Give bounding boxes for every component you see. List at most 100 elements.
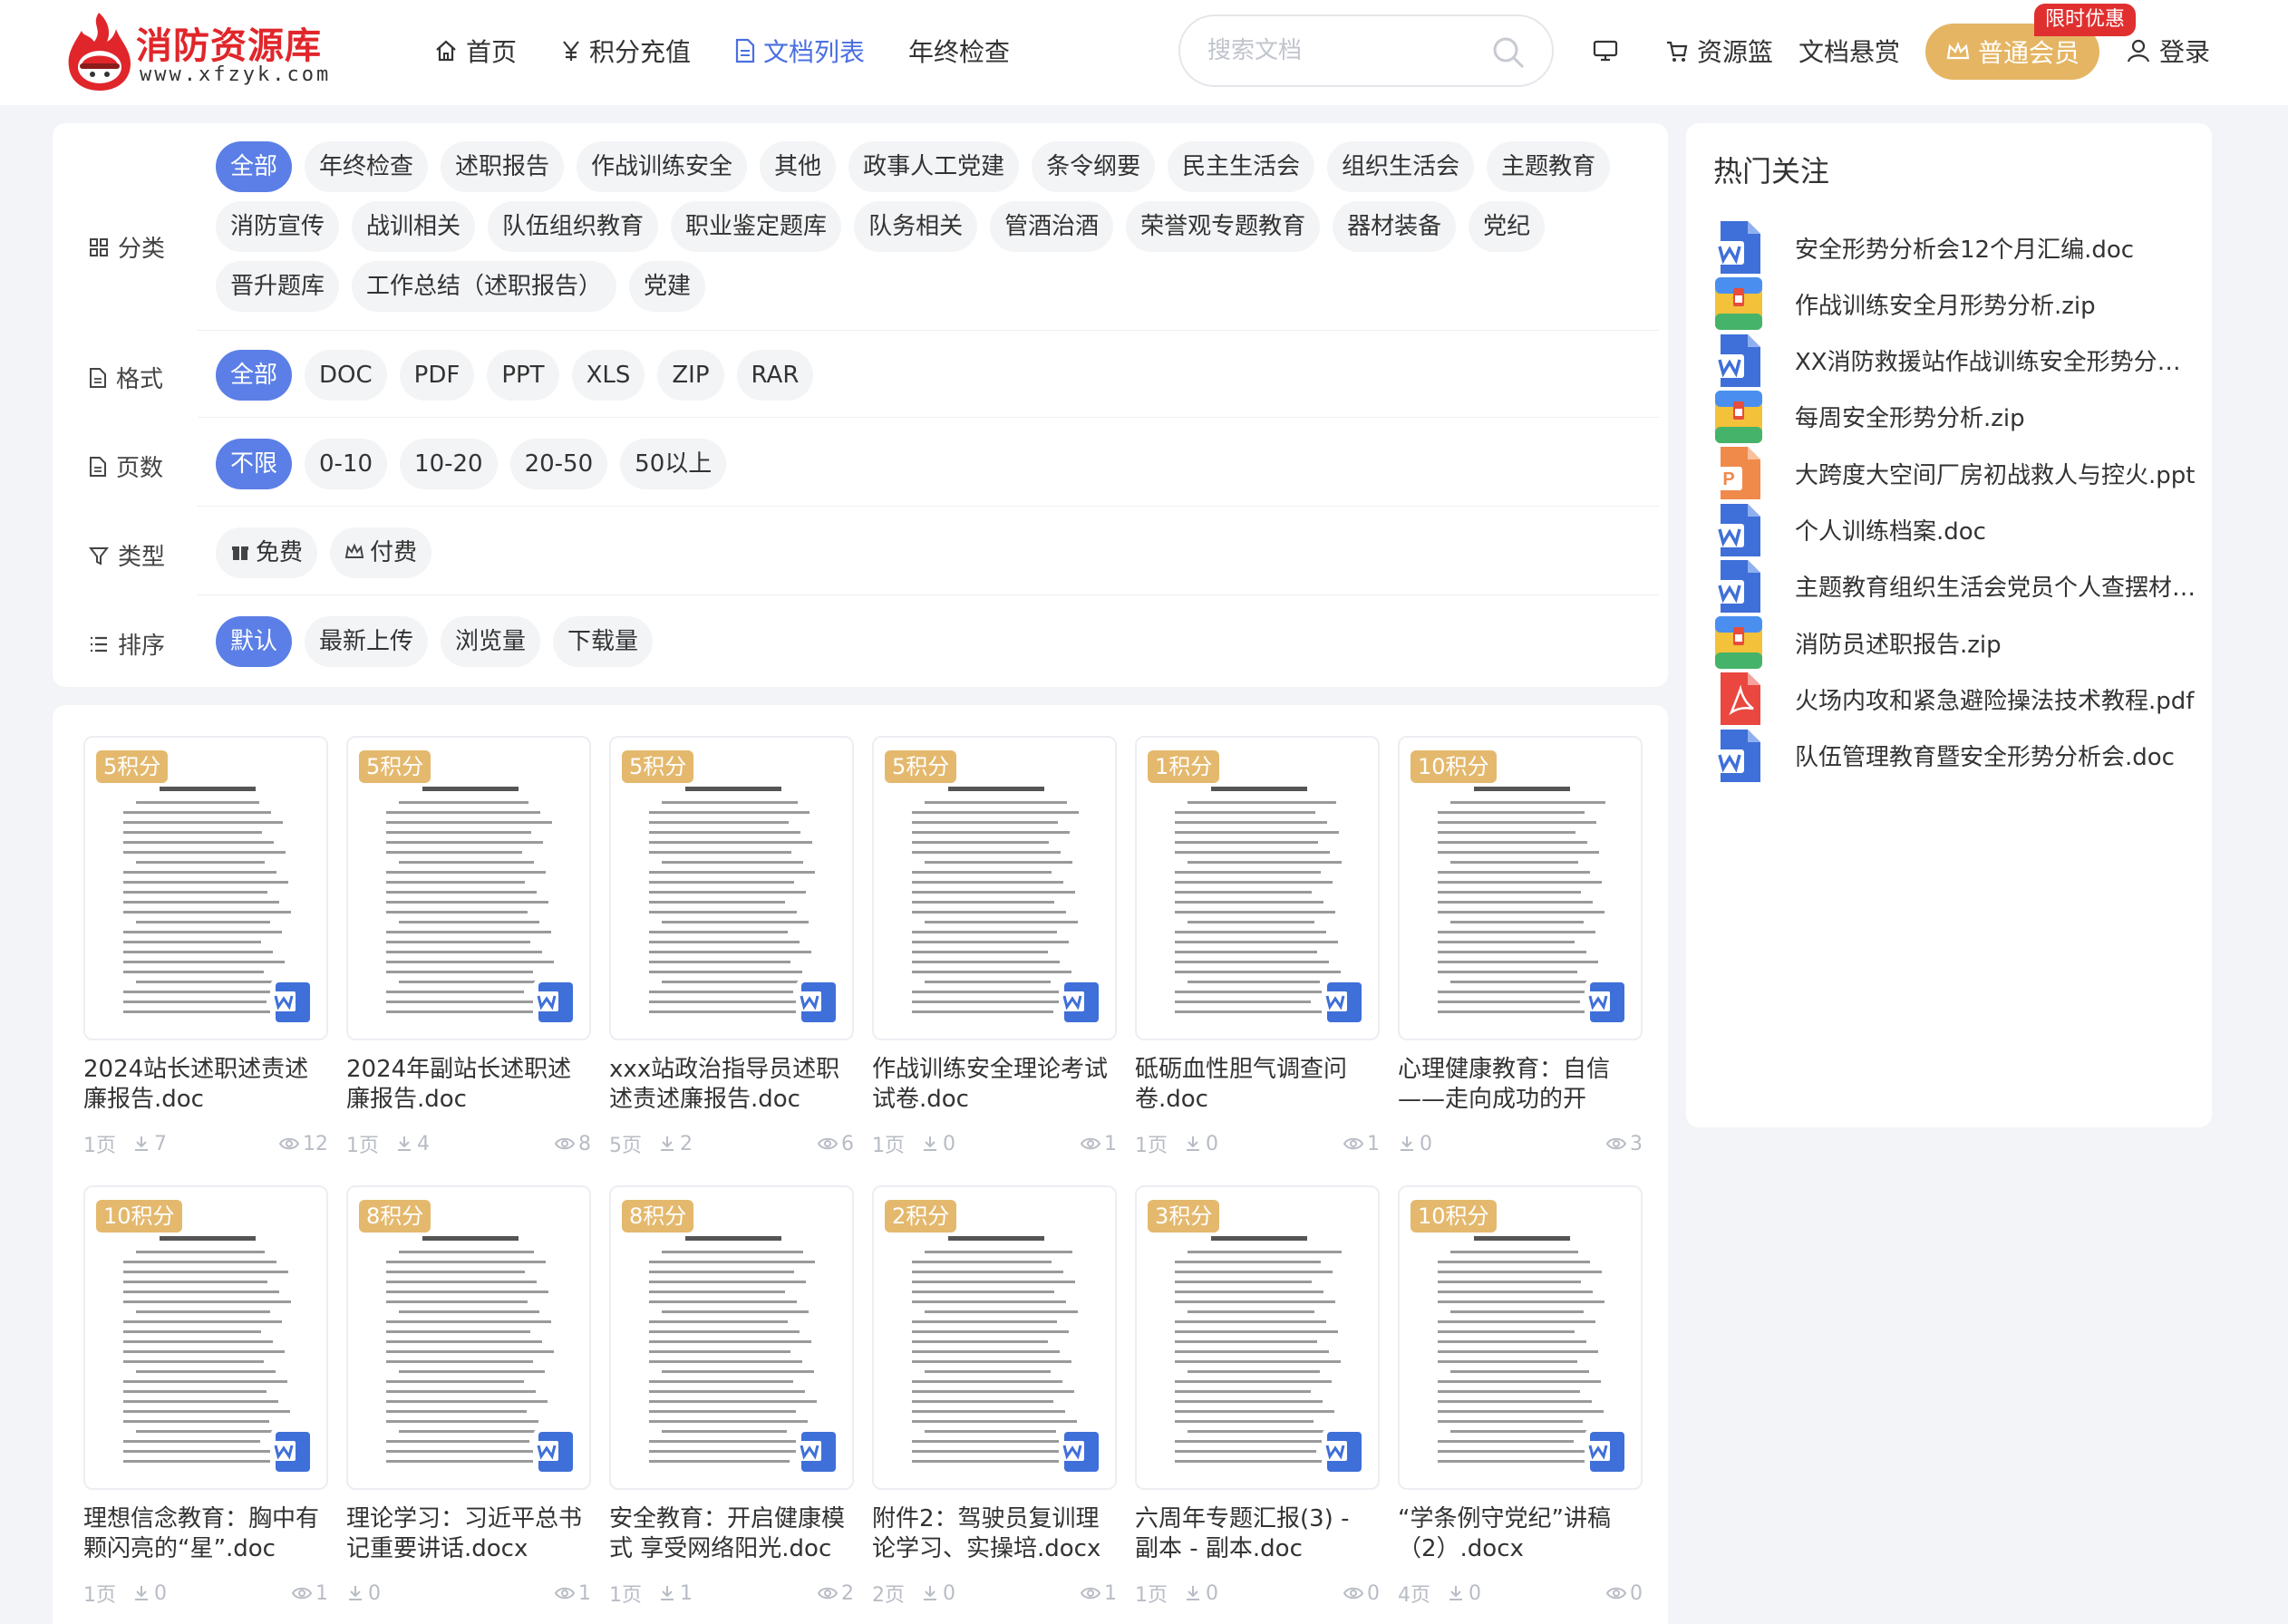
pages-chip[interactable]: 20-50 bbox=[509, 439, 608, 489]
document-title[interactable]: 六周年专题汇报(3) - 副本 - 副本.doc bbox=[1135, 1504, 1380, 1564]
category-chip[interactable]: 主题教育 bbox=[1487, 141, 1611, 192]
format-chip[interactable]: ZIP bbox=[657, 350, 724, 401]
document-title[interactable]: 2024年副站长述职述廉报告.doc bbox=[346, 1055, 591, 1115]
category-chip[interactable]: 组织生活会 bbox=[1327, 141, 1475, 192]
document-card[interactable]: 10积分 理想信念教育：胸中有颗闪亮的“星”.doc 1页 0 1 bbox=[83, 1185, 328, 1624]
document-title[interactable]: xxx站政治指导员述职述责述廉报告.doc bbox=[609, 1055, 854, 1115]
pages-chip[interactable]: 不限 bbox=[216, 439, 293, 489]
hot-item[interactable]: 主题教育组织生活会党员个人查摆材料.doc bbox=[1713, 556, 2203, 616]
document-title[interactable]: 安全教育：开启健康模式 享受网络阳光.doc bbox=[609, 1504, 854, 1564]
nav-recharge[interactable]: 积分充值 bbox=[560, 33, 691, 69]
document-card[interactable]: 8积分 安全教育：开启健康模式 享受网络阳光.doc 1页 1 2 bbox=[609, 1185, 854, 1624]
category-chip[interactable]: 党建 bbox=[629, 261, 706, 312]
format-chip[interactable]: 全部 bbox=[216, 350, 293, 401]
category-chip[interactable]: 条令纲要 bbox=[1032, 141, 1156, 192]
hot-item[interactable]: 作战训练安全月形势分析.zip bbox=[1713, 274, 2203, 334]
category-chip[interactable]: 战训相关 bbox=[352, 201, 476, 252]
category-chip[interactable]: 器材装备 bbox=[1333, 201, 1457, 252]
document-card[interactable]: 8积分 理论学习：习近平总书记重要讲话.docx 0 1 bbox=[346, 1185, 591, 1624]
type-chip-free[interactable]: 免费 bbox=[216, 527, 318, 578]
category-chip[interactable]: 年终检查 bbox=[305, 141, 429, 192]
search-icon[interactable] bbox=[1490, 34, 1527, 71]
category-chip[interactable]: 管酒治酒 bbox=[990, 201, 1114, 252]
document-title[interactable]: 心理健康教育：自信——走向成功的开 bbox=[1398, 1055, 1643, 1115]
document-thumbnail[interactable]: 5积分 bbox=[609, 736, 854, 1040]
category-chip[interactable]: 其他 bbox=[760, 141, 837, 192]
document-thumbnail[interactable]: 5积分 bbox=[346, 736, 591, 1040]
category-chip[interactable]: 晋升题库 bbox=[216, 261, 340, 312]
document-thumbnail[interactable]: 10积分 bbox=[1398, 1185, 1643, 1490]
category-chip[interactable]: 党纪 bbox=[1469, 201, 1546, 252]
document-card[interactable]: 1积分 砥砺血性胆气调查问卷.doc 1页 0 1 bbox=[1135, 736, 1380, 1180]
doc-reward-link[interactable]: 文档悬赏 bbox=[1798, 31, 1900, 71]
document-thumbnail[interactable]: 2积分 bbox=[872, 1185, 1117, 1490]
hot-item[interactable]: 个人训练档案.doc bbox=[1713, 500, 2203, 560]
hot-item[interactable]: 队伍管理教育暨安全形势分析会.doc bbox=[1713, 726, 2203, 786]
sort-chip[interactable]: 最新上传 bbox=[305, 616, 429, 667]
category-chip[interactable]: 全部 bbox=[216, 141, 293, 192]
document-title[interactable]: 2024站长述职述责述廉报告.doc bbox=[83, 1055, 328, 1115]
hot-item[interactable]: 火场内攻和紧急避险操法技术教程.pdf bbox=[1713, 669, 2203, 729]
category-chip[interactable]: 职业鉴定题库 bbox=[671, 201, 842, 252]
hot-item[interactable]: XX消防救援站作战训练安全形势分析会.doc bbox=[1713, 331, 2203, 391]
category-chip[interactable]: 述职报告 bbox=[441, 141, 565, 192]
document-title[interactable]: 附件2：驾驶员复训理论学习、实操培.docx bbox=[872, 1504, 1117, 1564]
document-thumbnail[interactable]: 5积分 bbox=[83, 736, 328, 1040]
category-chip[interactable]: 队伍组织教育 bbox=[488, 201, 659, 252]
document-title[interactable]: 理想信念教育：胸中有颗闪亮的“星”.doc bbox=[83, 1504, 328, 1564]
document-thumbnail[interactable]: 3积分 bbox=[1135, 1185, 1380, 1490]
nav-annual-check[interactable]: 年终检查 bbox=[908, 33, 1010, 69]
hot-item[interactable]: 每周安全形势分析.zip bbox=[1713, 387, 2203, 447]
pages-chip[interactable]: 50以上 bbox=[620, 439, 727, 489]
resource-basket-link[interactable]: 资源篮 bbox=[1664, 31, 1773, 71]
category-chip[interactable]: 队务相关 bbox=[854, 201, 978, 252]
document-title[interactable]: “学条例守党纪”讲稿（2）.docx bbox=[1398, 1504, 1643, 1564]
document-card[interactable]: 3积分 六周年专题汇报(3) - 副本 - 副本.doc 1页 0 0 bbox=[1135, 1185, 1380, 1624]
word-file-icon bbox=[796, 979, 839, 1026]
format-chip[interactable]: XLS bbox=[571, 350, 645, 401]
document-title[interactable]: 砥砺血性胆气调查问卷.doc bbox=[1135, 1055, 1380, 1115]
word-file-icon bbox=[1715, 729, 1760, 782]
document-title[interactable]: 作战训练安全理论考试试卷.doc bbox=[872, 1055, 1117, 1115]
document-card[interactable]: 5积分 作战训练安全理论考试试卷.doc 1页 0 1 bbox=[872, 736, 1117, 1180]
document-card[interactable]: 10积分 心理健康教育：自信——走向成功的开 0 3 bbox=[1398, 736, 1643, 1180]
document-card[interactable]: 5积分 xxx站政治指导员述职述责述廉报告.doc 5页 2 6 bbox=[609, 736, 854, 1180]
format-chip[interactable]: PDF bbox=[399, 350, 475, 401]
desktop-client-button[interactable] bbox=[1592, 31, 1619, 71]
document-title[interactable]: 理论学习：习近平总书记重要讲话.docx bbox=[346, 1504, 591, 1564]
download-count: 1 bbox=[658, 1582, 693, 1605]
document-card[interactable]: 2积分 附件2：驾驶员复训理论学习、实操培.docx 2页 0 1 bbox=[872, 1185, 1117, 1624]
category-chip[interactable]: 民主生活会 bbox=[1168, 141, 1315, 192]
sort-chip[interactable]: 下载量 bbox=[553, 616, 654, 667]
type-chip-paid[interactable]: 付费 bbox=[330, 527, 432, 578]
nav-home[interactable]: 首页 bbox=[433, 33, 517, 69]
category-chip[interactable]: 作战训练安全 bbox=[577, 141, 748, 192]
hot-item[interactable]: 安全形势分析会12个月汇编.doc bbox=[1713, 218, 2203, 277]
hot-item[interactable]: 消防员述职报告.zip bbox=[1713, 613, 2203, 672]
document-thumbnail[interactable]: 1积分 bbox=[1135, 736, 1380, 1040]
category-chip[interactable]: 工作总结（述职报告） bbox=[352, 261, 617, 312]
document-thumbnail[interactable]: 8积分 bbox=[346, 1185, 591, 1490]
category-chip[interactable]: 消防宣传 bbox=[216, 201, 340, 252]
document-card[interactable]: 5积分 2024年副站长述职述廉报告.doc 1页 4 8 bbox=[346, 736, 591, 1180]
document-card[interactable]: 5积分 2024站长述职述责述廉报告.doc 1页 7 12 bbox=[83, 736, 328, 1180]
format-chip[interactable]: PPT bbox=[487, 350, 559, 401]
document-thumbnail[interactable]: 5积分 bbox=[872, 736, 1117, 1040]
format-chip[interactable]: DOC bbox=[305, 350, 387, 401]
document-card[interactable]: 10积分 “学条例守党纪”讲稿（2）.docx 4页 0 0 bbox=[1398, 1185, 1643, 1624]
document-thumbnail[interactable]: 8积分 bbox=[609, 1185, 854, 1490]
document-thumbnail[interactable]: 10积分 bbox=[1398, 736, 1643, 1040]
site-logo[interactable]: 消防资源库 www.xfzyk.com bbox=[63, 9, 335, 96]
document-thumbnail[interactable]: 10积分 bbox=[83, 1185, 328, 1490]
sort-chip[interactable]: 浏览量 bbox=[441, 616, 541, 667]
search-input[interactable] bbox=[1207, 33, 1479, 69]
sort-chip[interactable]: 默认 bbox=[216, 616, 293, 667]
hot-item[interactable]: P 大跨度大空间厂房初战救人与控火.ppt bbox=[1713, 443, 2203, 503]
nav-doc-list[interactable]: 文档列表 bbox=[734, 33, 865, 69]
category-chip[interactable]: 荣誉观专题教育 bbox=[1126, 201, 1321, 252]
pages-chip[interactable]: 0-10 bbox=[305, 439, 388, 489]
category-chip[interactable]: 政事人工党建 bbox=[848, 141, 1020, 192]
login-link[interactable]: 登录 bbox=[2127, 31, 2210, 71]
pages-chip[interactable]: 10-20 bbox=[400, 439, 498, 489]
format-chip[interactable]: RAR bbox=[736, 350, 814, 401]
